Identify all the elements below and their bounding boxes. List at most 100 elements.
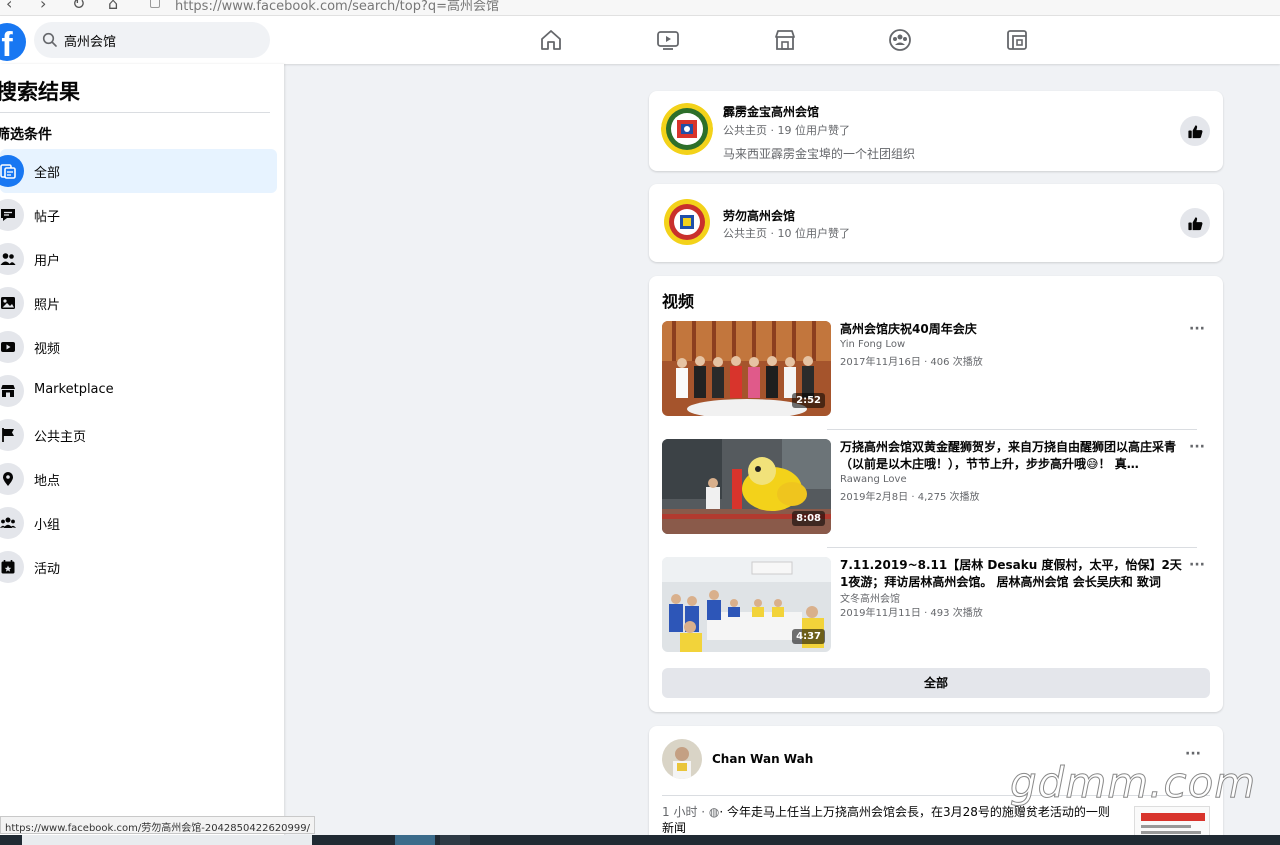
page-avatar[interactable]	[661, 103, 713, 155]
taskbar-app-icon[interactable]	[440, 835, 470, 845]
video-thumbnail[interactable]: 4:37	[662, 557, 831, 652]
marketplace-tab-icon[interactable]	[771, 26, 799, 54]
refresh-icon[interactable]: ↻	[72, 0, 85, 13]
filter-title: 筛选条件	[0, 127, 52, 143]
page-avatar[interactable]	[661, 196, 713, 248]
people-icon	[0, 243, 24, 275]
video-author[interactable]: Yin Fong Low	[840, 339, 905, 350]
see-all-videos-button[interactable]: 全部	[662, 668, 1210, 698]
videos-section: 视频 2:52 高州会馆庆祝40周年会庆 Yin Fong Low 2017年1…	[649, 276, 1223, 712]
top-navigation: f	[0, 16, 1280, 64]
page-name[interactable]: 霹雳金宝高州会馆	[723, 103, 819, 120]
search-input[interactable]	[64, 29, 264, 51]
sidebar-title: 搜索结果	[0, 80, 80, 104]
sidebar-item-events[interactable]: 活动	[0, 545, 277, 589]
videos-section-title: 视频	[662, 292, 695, 311]
thumbs-up-icon	[1187, 216, 1202, 230]
browser-toolbar: ‹ › ↻ ⌂ https://www.facebook.com/search/…	[0, 0, 1280, 16]
sidebar-item-label: 全部	[34, 166, 61, 181]
search-icon	[42, 32, 57, 47]
facebook-logo[interactable]: f	[0, 23, 26, 61]
sidebar-item-label: 公共主页	[34, 430, 87, 445]
video-result[interactable]: 4:37 7.11.2019~8.11【居林 Desaku 度假村，太平，怡保】…	[662, 557, 1210, 653]
sidebar-item-people[interactable]: 用户	[0, 237, 277, 281]
more-options-icon[interactable]: ···	[1189, 321, 1205, 337]
more-options-icon[interactable]: ···	[1189, 439, 1205, 455]
post-author-name[interactable]: Chan Wan Wah	[712, 752, 813, 766]
back-icon[interactable]: ‹	[6, 0, 12, 13]
marketplace-icon	[0, 375, 24, 407]
page-result-card[interactable]: 劳勿高州会馆 公共主页 · 10 位用户赞了	[649, 184, 1223, 262]
videos-icon	[0, 331, 24, 363]
like-page-button[interactable]	[1180, 116, 1210, 146]
sidebar-item-label: 小组	[34, 518, 61, 533]
thumbs-up-icon	[1187, 124, 1202, 138]
sidebar-item-pages[interactable]: 公共主页	[0, 413, 277, 457]
groups-tab-icon[interactable]	[886, 26, 914, 54]
video-meta: 2017年11月16日 · 406 次播放	[840, 357, 983, 368]
sidebar-item-marketplace[interactable]: Marketplace	[0, 369, 277, 413]
sidebar-item-label: 用户	[34, 254, 61, 269]
page-meta: 公共主页 · 10 位用户赞了	[723, 227, 850, 240]
search-filters-sidebar: 搜索结果 筛选条件 全部 帖子 用户 照片 视频 Marketplace 公共主…	[0, 64, 284, 845]
page-description: 马来西亚霹雳金宝埠的一个社团组织	[723, 147, 916, 161]
sidebar-item-label: Marketplace	[34, 382, 114, 397]
all-results-icon	[0, 155, 24, 187]
taskbar-item[interactable]	[22, 835, 312, 845]
sidebar-item-videos[interactable]: 视频	[0, 325, 277, 369]
like-page-button[interactable]	[1180, 208, 1210, 238]
video-title[interactable]: 万挠高州会馆双黄金醒狮贺岁，来自万挠自由醒狮团以高庄采青（以前是以木庄哦！），节…	[840, 439, 1185, 473]
video-duration: 2:52	[792, 393, 825, 408]
sidebar-item-photos[interactable]: 照片	[0, 281, 277, 325]
sidebar-item-posts[interactable]: 帖子	[0, 193, 277, 237]
video-meta: 2019年11月11日 · 493 次播放	[840, 608, 983, 619]
more-options-icon[interactable]: ···	[1189, 557, 1205, 573]
home-icon[interactable]: ⌂	[108, 0, 118, 13]
video-author[interactable]: 文冬高州会馆	[840, 590, 900, 605]
row-divider	[827, 429, 1197, 430]
calendar-star-icon	[0, 551, 24, 583]
page-result-card[interactable]: 霹雳金宝高州会馆 公共主页 · 19 位用户赞了 马来西亚霹雳金宝埠的一个社团组…	[649, 91, 1223, 171]
video-result[interactable]: 8:08 万挠高州会馆双黄金醒狮贺岁，来自万挠自由醒狮团以高庄采青（以前是以木庄…	[662, 439, 1210, 535]
video-result[interactable]: 2:52 高州会馆庆祝40周年会庆 Yin Fong Low 2017年11月1…	[662, 321, 1210, 417]
video-meta: 2019年2月8日 · 4,275 次播放	[840, 492, 980, 503]
location-pin-icon	[0, 463, 24, 495]
page-meta: 公共主页 · 19 位用户赞了	[723, 124, 850, 137]
sidebar-divider	[0, 112, 270, 113]
sidebar-item-groups[interactable]: 小组	[0, 501, 277, 545]
video-title[interactable]: 高州会馆庆祝40周年会庆	[840, 321, 1185, 338]
flag-icon	[0, 419, 24, 451]
search-box[interactable]	[34, 22, 270, 58]
address-bar[interactable]: https://www.facebook.com/search/top?q=高州…	[175, 0, 499, 14]
sidebar-item-label: 视频	[34, 342, 61, 357]
globe-icon: ◍	[708, 805, 720, 819]
post-body: · 今年走马上任当上万挠高州会馆会長，在3月28号的施赠贫老活动的一则新闻	[662, 805, 1110, 835]
video-duration: 4:37	[792, 629, 825, 644]
sidebar-item-label: 照片	[34, 298, 61, 313]
link-status-bar: https://www.facebook.com/劳勿高州会馆-20428504…	[0, 816, 315, 834]
video-thumbnail[interactable]: 8:08	[662, 439, 831, 534]
forward-icon[interactable]: ›	[40, 0, 46, 13]
video-title[interactable]: 7.11.2019~8.11【居林 Desaku 度假村，太平，怡保】2天1夜游…	[840, 557, 1185, 591]
photos-icon	[0, 287, 24, 319]
watermark: gdmm.com	[1009, 758, 1257, 808]
site-info-icon[interactable]	[150, 0, 160, 8]
sidebar-item-label: 地点	[34, 474, 61, 489]
posts-icon	[0, 199, 24, 231]
sidebar-item-label: 活动	[34, 562, 61, 577]
post-author-avatar[interactable]	[662, 739, 702, 779]
video-thumbnail[interactable]: 2:52	[662, 321, 831, 416]
taskbar-browser-icon[interactable]	[395, 835, 435, 845]
page-name[interactable]: 劳勿高州会馆	[723, 207, 795, 224]
sidebar-item-places[interactable]: 地点	[0, 457, 277, 501]
gaming-tab-icon[interactable]	[1003, 26, 1031, 54]
post-timestamp[interactable]: 1 小时 ·	[662, 805, 709, 819]
video-author[interactable]: Rawang Love	[840, 474, 907, 485]
watch-tab-icon[interactable]	[654, 26, 682, 54]
home-tab-icon[interactable]	[537, 26, 565, 54]
post-text[interactable]: 1 小时 · ◍· 今年走马上任当上万挠高州会馆会長，在3月28号的施赠贫老活动…	[662, 804, 1112, 836]
sidebar-item-label: 帖子	[34, 210, 61, 225]
row-divider	[827, 547, 1197, 548]
sidebar-item-all[interactable]: 全部	[0, 149, 277, 193]
groups-icon	[0, 507, 24, 539]
